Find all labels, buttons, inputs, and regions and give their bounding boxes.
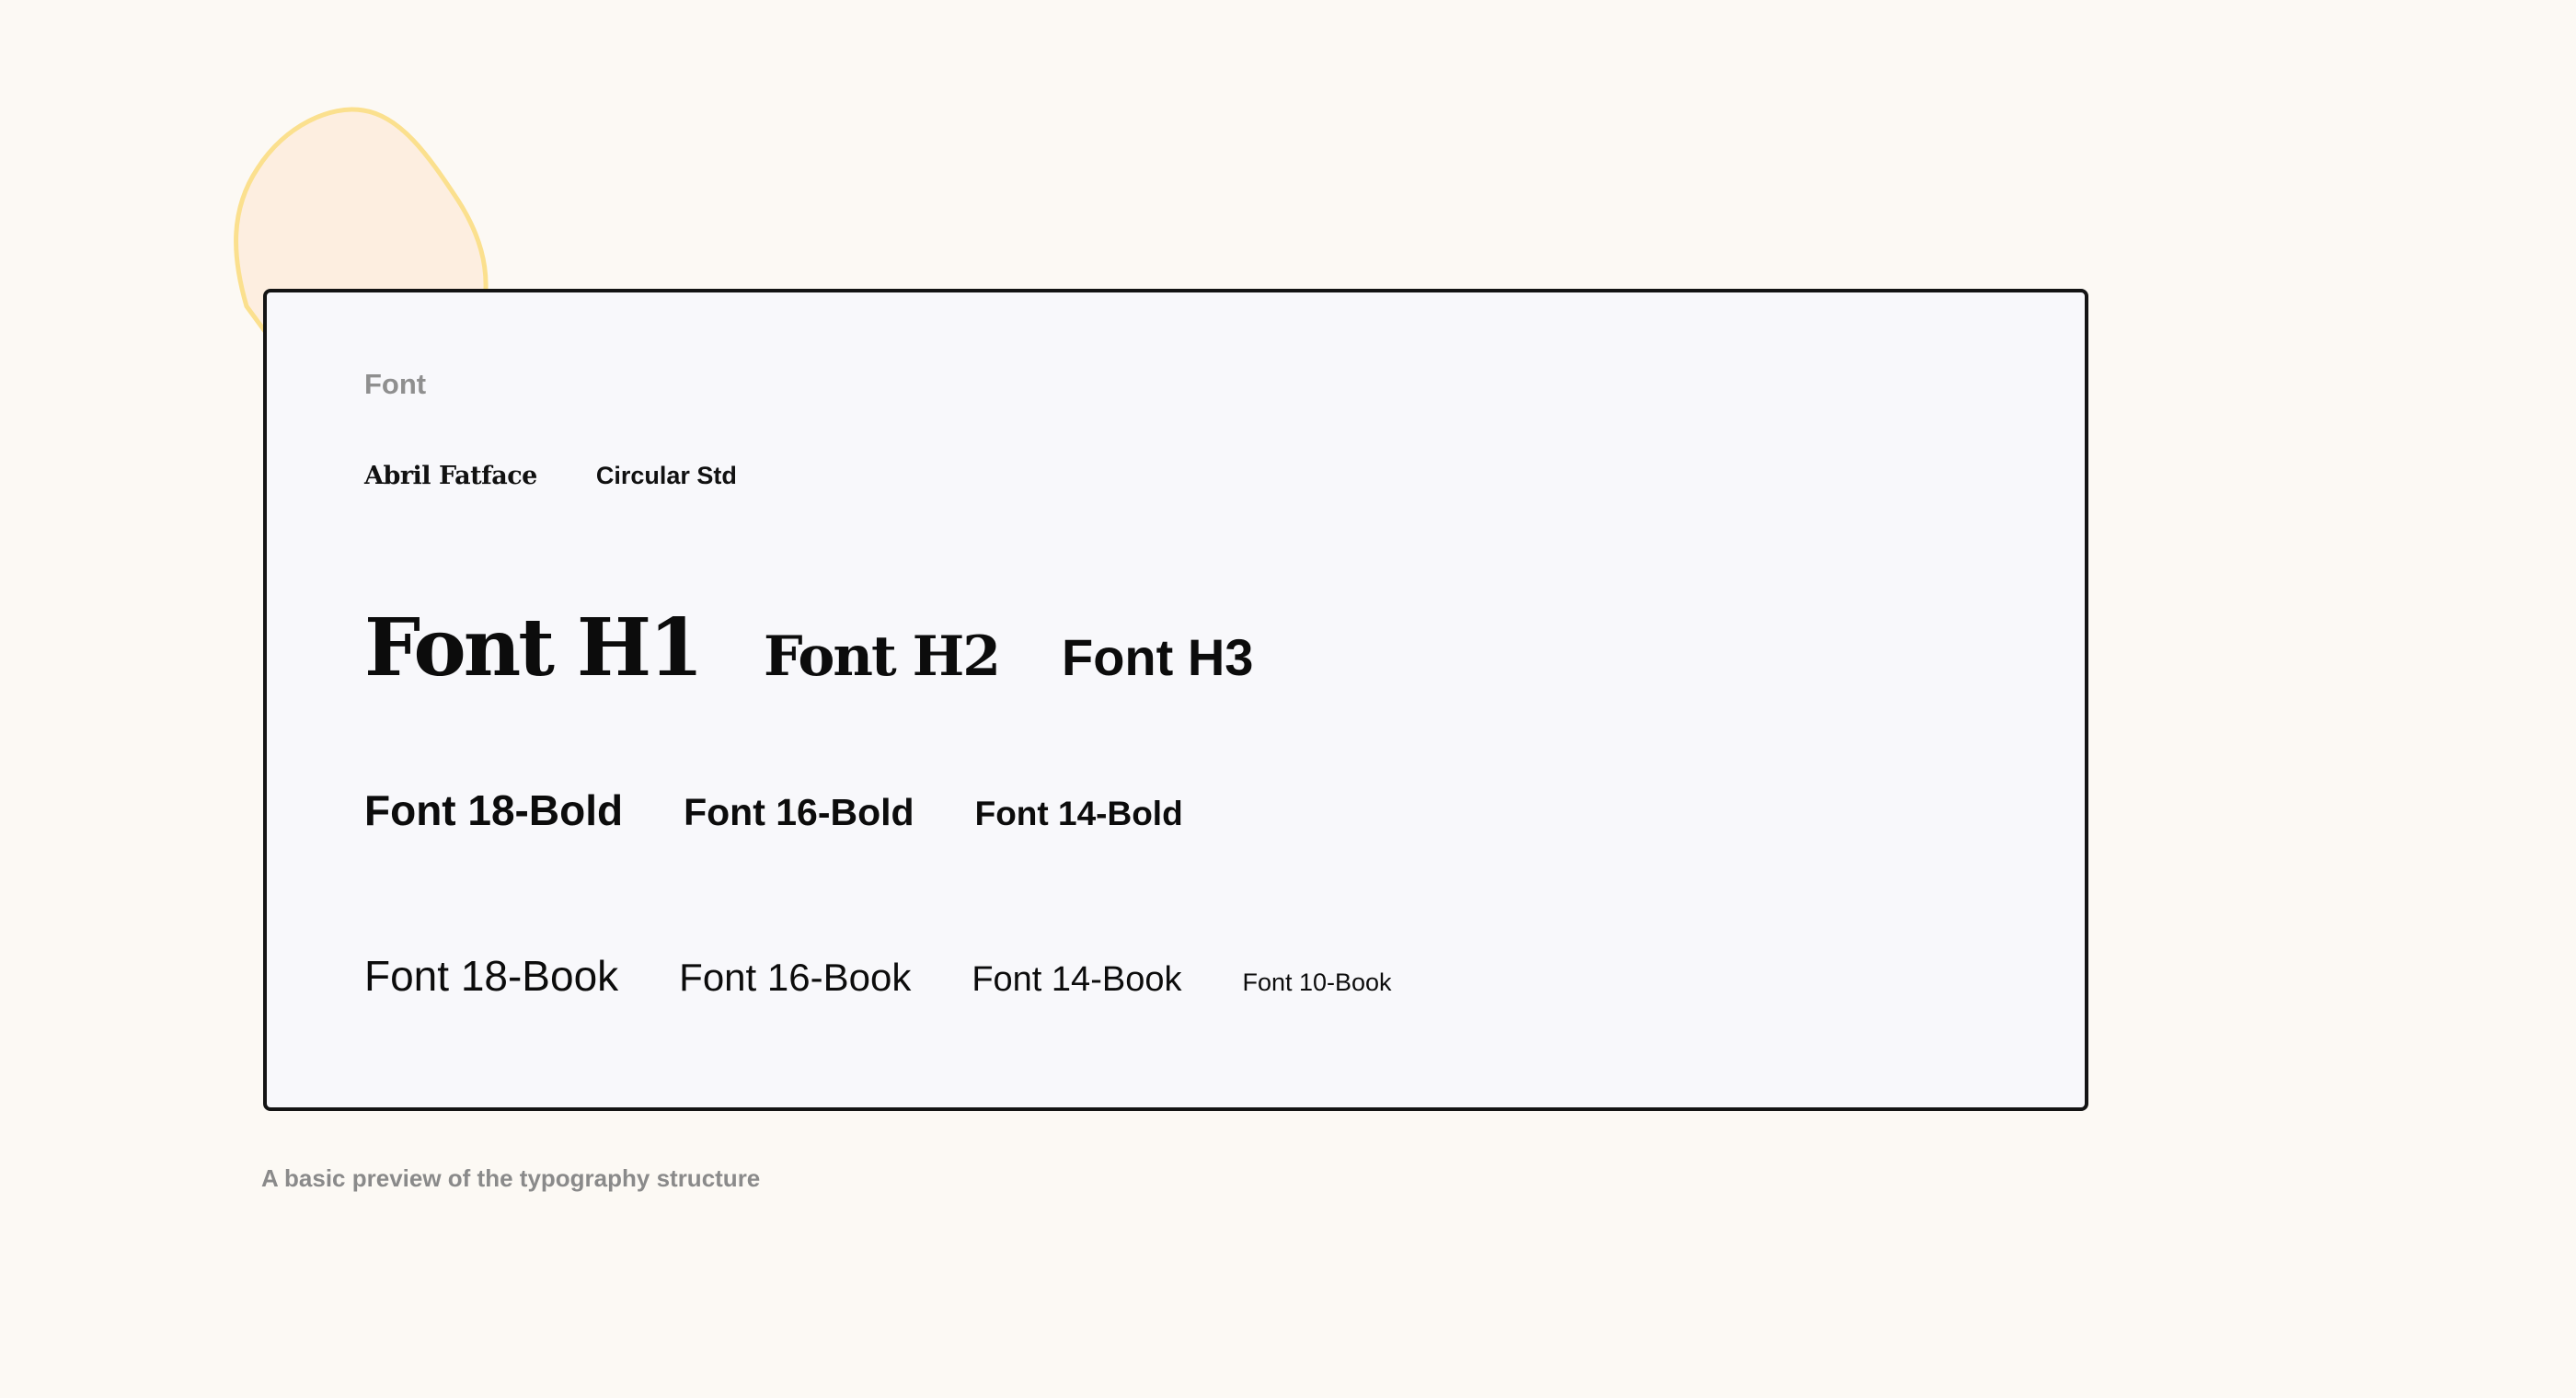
- font-family-circular-std: Circular Std: [595, 462, 737, 489]
- sample-h1: Font H1: [364, 602, 704, 694]
- book-samples: Font 18-Book Font 16-Book Font 14-Book F…: [364, 951, 1392, 1001]
- font-family-abril-fatface: Abril Fatface: [364, 462, 537, 490]
- sample-16-book: Font 16-Book: [679, 956, 912, 999]
- sample-14-book: Font 14-Book: [972, 960, 1182, 999]
- sample-10-book: Font 10-Book: [1242, 968, 1392, 996]
- section-label: Font: [364, 368, 427, 400]
- sample-h3: Font H3: [1062, 628, 1254, 686]
- sample-h2: Font H2: [764, 625, 1001, 689]
- heading-samples: Font H1 Font H2 Font H3: [364, 602, 1253, 694]
- bold-samples: Font 18-Bold Font 16-Bold Font 14-Bold: [364, 785, 1183, 835]
- font-family-list: Abril Fatface Circular Std: [364, 462, 737, 490]
- sample-18-bold: Font 18-Bold: [364, 786, 624, 834]
- sample-18-book: Font 18-Book: [364, 952, 619, 1000]
- typography-preview-card: Font Abril Fatface Circular Std Font H1 …: [263, 289, 2088, 1111]
- preview-caption: A basic preview of the typography struct…: [261, 1164, 761, 1192]
- sample-16-bold: Font 16-Bold: [684, 791, 914, 833]
- sample-14-bold: Font 14-Bold: [974, 795, 1183, 832]
